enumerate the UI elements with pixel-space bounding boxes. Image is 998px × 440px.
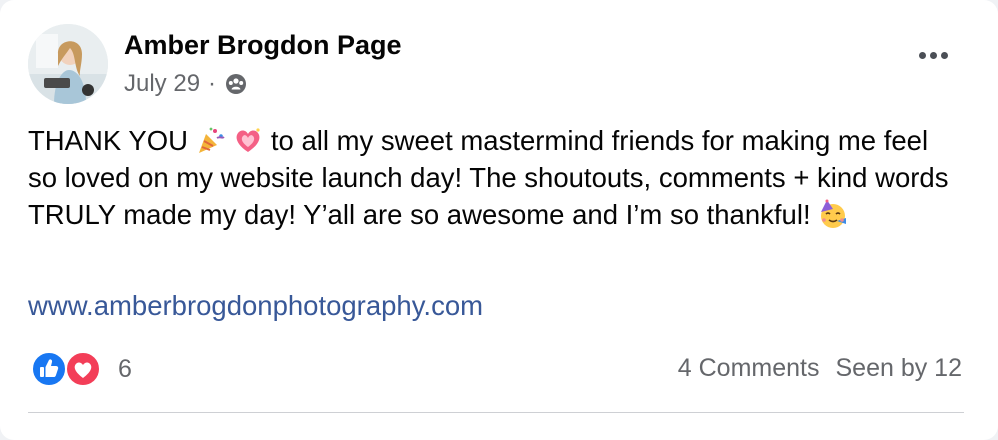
engagement-stats: 4 Comments Seen by 12 [678,354,962,383]
post-card: Amber Brogdon Page July 29 · THANK YOU t… [0,0,998,440]
sparkling-heart-emoji-icon [236,128,260,152]
website-link[interactable]: www.amberbrogdonphotography.com [28,290,483,322]
post-date[interactable]: July 29 [124,70,200,98]
partying-face-emoji-icon [821,199,847,228]
action-divider [28,412,964,413]
more-options-button[interactable] [919,52,948,59]
more-dot [941,52,948,59]
seen-by-count[interactable]: Seen by 12 [836,354,963,383]
group-audience-icon[interactable] [224,72,248,96]
meta-separator: · [208,70,217,97]
author-avatar[interactable] [28,24,108,104]
party-popper-emoji-icon [198,127,225,153]
message-text-start: THANK YOU [28,125,188,156]
author-name[interactable]: Amber Brogdon Page [124,30,402,61]
post-message: THANK YOU to all my sweet mastermind fri… [28,122,963,233]
post-meta: July 29 · [124,70,248,98]
comments-count-link[interactable]: 4 Comments [678,354,820,383]
reactions-summary[interactable]: 6 [30,350,132,388]
reaction-count: 6 [118,354,132,383]
like-icon [31,351,67,387]
more-dot [930,52,937,59]
love-icon [65,351,101,387]
reaction-icons [30,350,106,388]
more-dot [919,52,926,59]
